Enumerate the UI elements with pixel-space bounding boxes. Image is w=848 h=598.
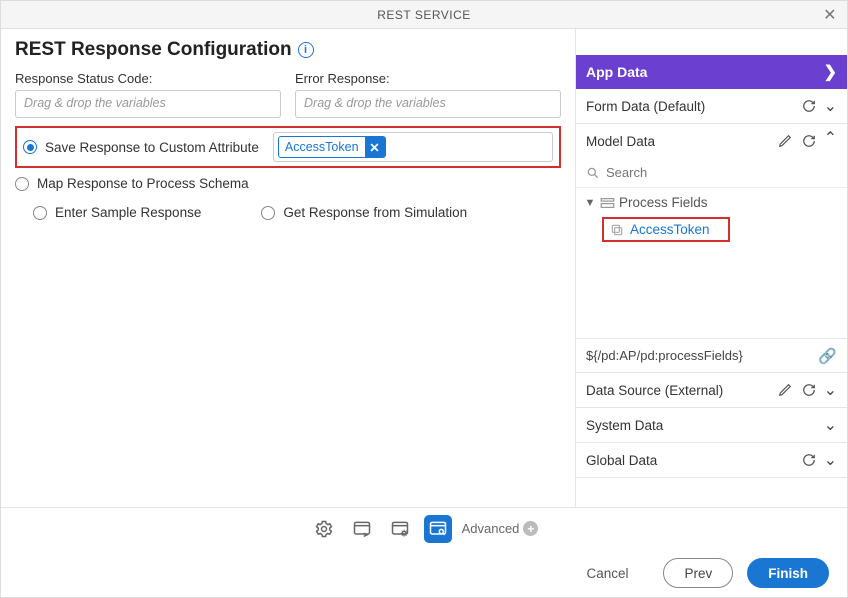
map-schema-label: Map Response to Process Schema bbox=[37, 176, 249, 191]
status-code-field: Response Status Code: Drag & drop the va… bbox=[15, 71, 281, 118]
global-data-label: Global Data bbox=[586, 453, 794, 468]
process-fields-node[interactable]: ▼ Process Fields bbox=[582, 192, 841, 213]
step-toolbar: Advanced + bbox=[1, 507, 847, 549]
container-icon bbox=[600, 197, 615, 209]
dialog-body: REST Response Configuration i Response S… bbox=[1, 29, 847, 507]
chevron-up-icon: ⌃ bbox=[824, 128, 837, 148]
prev-button[interactable]: Prev bbox=[663, 558, 733, 588]
model-data-label: Model Data bbox=[586, 134, 770, 149]
data-source-label: Data Source (External) bbox=[586, 383, 770, 398]
form-data-section[interactable]: Form Data (Default) ⌄ bbox=[576, 89, 847, 124]
model-data-section: Model Data ⌃ ▼ bbox=[576, 124, 847, 373]
close-icon[interactable]: ✕ bbox=[823, 5, 837, 25]
dialog-title: REST SERVICE bbox=[377, 8, 471, 22]
error-response-placeholder: Drag & drop the variables bbox=[304, 96, 446, 110]
dialog-titlebar: REST SERVICE ✕ bbox=[1, 1, 847, 29]
refresh-icon[interactable] bbox=[800, 132, 818, 150]
error-response-field: Error Response: Drag & drop the variable… bbox=[295, 71, 561, 118]
refresh-icon[interactable] bbox=[800, 97, 818, 115]
rest-service-dialog: REST SERVICE ✕ REST Response Configurati… bbox=[0, 0, 848, 598]
global-data-section[interactable]: Global Data ⌄ bbox=[576, 443, 847, 478]
save-custom-radio-row[interactable]: Save Response to Custom Attribute bbox=[23, 136, 259, 159]
chip-remove-icon[interactable]: ✕ bbox=[365, 136, 385, 158]
radio-unselected-icon bbox=[261, 206, 275, 220]
system-data-section[interactable]: System Data ⌄ bbox=[576, 408, 847, 443]
custom-attribute-input[interactable]: AccessToken ✕ bbox=[273, 132, 553, 162]
sub-radio-group: Enter Sample Response Get Response from … bbox=[15, 201, 561, 224]
error-response-input[interactable]: Drag & drop the variables bbox=[295, 90, 561, 118]
cancel-button[interactable]: Cancel bbox=[565, 558, 649, 588]
radio-selected-icon bbox=[23, 140, 37, 154]
page-response-icon[interactable] bbox=[424, 515, 452, 543]
tree-collapse-icon[interactable]: ▼ bbox=[584, 197, 596, 209]
model-data-header[interactable]: Model Data ⌃ bbox=[576, 124, 847, 158]
chevron-down-icon: ⌄ bbox=[824, 96, 837, 116]
chevron-down-icon: ⌄ bbox=[824, 450, 837, 470]
enter-sample-label: Enter Sample Response bbox=[55, 205, 201, 220]
copy-icon bbox=[610, 223, 624, 237]
info-icon[interactable]: i bbox=[298, 42, 314, 58]
app-data-panel: App Data ❯ Form Data (Default) ⌄ Model D… bbox=[575, 29, 847, 507]
model-search-input[interactable] bbox=[606, 165, 837, 180]
page-title: REST Response Configuration i bbox=[15, 39, 561, 61]
chevron-down-icon: ⌄ bbox=[824, 415, 837, 435]
error-response-label: Error Response: bbox=[295, 71, 561, 86]
top-fields-row: Response Status Code: Drag & drop the va… bbox=[15, 71, 561, 118]
access-token-field[interactable]: AccessToken bbox=[602, 217, 730, 242]
edit-icon[interactable] bbox=[776, 132, 794, 150]
edit-icon[interactable] bbox=[776, 381, 794, 399]
access-token-chip: AccessToken ✕ bbox=[278, 136, 386, 158]
chevron-right-icon: ❯ bbox=[824, 62, 837, 82]
expression-text: ${/pd:AP/pd:processFields} bbox=[586, 348, 743, 363]
advanced-label: Advanced bbox=[462, 521, 520, 536]
form-data-label: Form Data (Default) bbox=[586, 99, 794, 114]
page-gear-icon[interactable] bbox=[386, 515, 414, 543]
finish-button[interactable]: Finish bbox=[747, 558, 829, 588]
dialog-footer: Cancel Prev Finish bbox=[1, 549, 847, 597]
gear-icon[interactable] bbox=[310, 515, 338, 543]
process-fields-label: Process Fields bbox=[619, 195, 708, 210]
system-data-label: System Data bbox=[586, 418, 818, 433]
map-schema-radio-row[interactable]: Map Response to Process Schema bbox=[15, 172, 561, 195]
radio-unselected-icon bbox=[15, 177, 29, 191]
app-data-header[interactable]: App Data ❯ bbox=[576, 55, 847, 89]
model-tree: ▼ Process Fields AccessToken bbox=[576, 188, 847, 338]
save-custom-attribute-group: Save Response to Custom Attribute Access… bbox=[15, 126, 561, 168]
get-sim-label: Get Response from Simulation bbox=[283, 205, 467, 220]
chip-label: AccessToken bbox=[279, 140, 365, 154]
chevron-down-icon: ⌄ bbox=[824, 380, 837, 400]
status-code-placeholder: Drag & drop the variables bbox=[24, 96, 166, 110]
main-content: REST Response Configuration i Response S… bbox=[1, 29, 575, 507]
link-icon[interactable]: 🔗 bbox=[818, 347, 837, 365]
enter-sample-radio-row[interactable]: Enter Sample Response bbox=[33, 201, 201, 224]
refresh-icon[interactable] bbox=[800, 451, 818, 469]
access-token-label: AccessToken bbox=[630, 222, 710, 237]
app-data-title: App Data bbox=[586, 64, 647, 80]
radio-unselected-icon bbox=[33, 206, 47, 220]
data-source-section[interactable]: Data Source (External) ⌄ bbox=[576, 373, 847, 408]
expression-row: ${/pd:AP/pd:processFields} 🔗 bbox=[576, 338, 847, 372]
page-title-text: REST Response Configuration bbox=[15, 39, 292, 61]
status-code-input[interactable]: Drag & drop the variables bbox=[15, 90, 281, 118]
save-custom-label: Save Response to Custom Attribute bbox=[45, 140, 259, 155]
get-sim-radio-row[interactable]: Get Response from Simulation bbox=[261, 201, 467, 224]
refresh-icon[interactable] bbox=[800, 381, 818, 399]
advanced-toggle[interactable]: Advanced + bbox=[462, 521, 539, 536]
model-search-row bbox=[576, 158, 847, 188]
panel-top-spacer bbox=[576, 29, 847, 55]
status-code-label: Response Status Code: bbox=[15, 71, 281, 86]
page-arrow-icon[interactable] bbox=[348, 515, 376, 543]
plus-icon: + bbox=[523, 521, 538, 536]
search-icon bbox=[586, 166, 600, 180]
